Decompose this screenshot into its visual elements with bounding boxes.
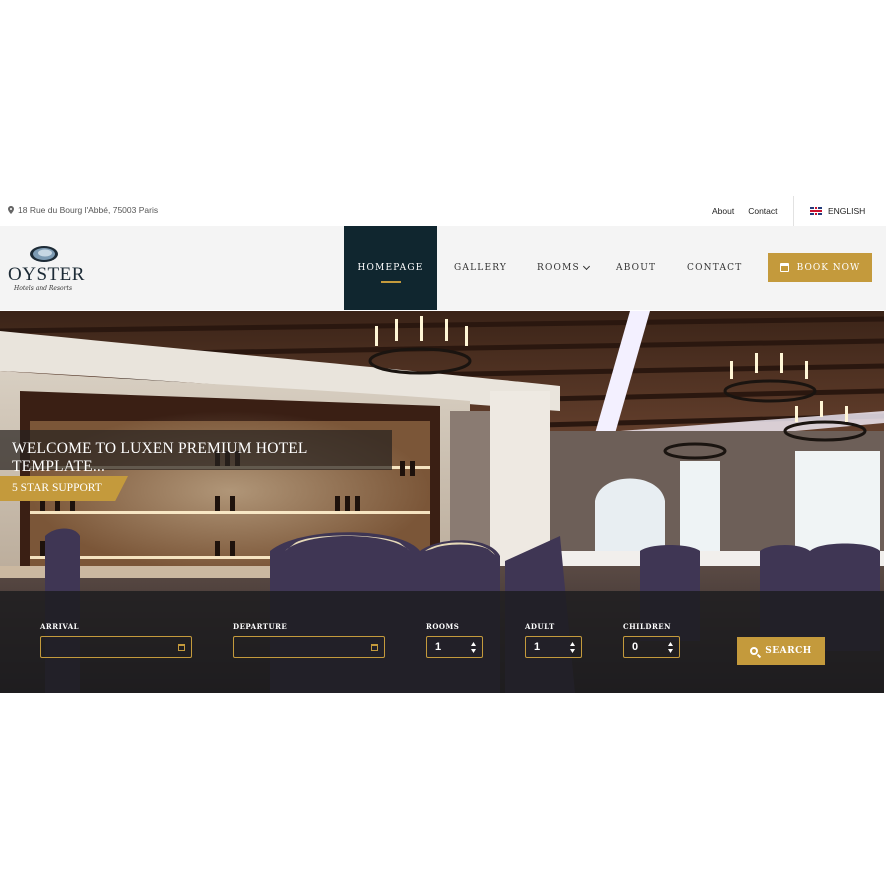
language-selector[interactable]: ENGLISH (793, 196, 883, 226)
adult-value: 1 (534, 641, 541, 653)
chevron-down-icon (582, 262, 590, 270)
page: 18 Rue du Bourg l'Abbé, 75003 Paris Abou… (0, 0, 886, 886)
language-label: ENGLISH (828, 206, 866, 216)
adult-select[interactable]: 1 (525, 636, 582, 658)
support-badge: 5 STAR SUPPORT (0, 476, 128, 501)
rooms-value: 1 (435, 641, 442, 653)
rooms-select[interactable]: 1 (426, 636, 483, 658)
nav-contact[interactable]: CONTACT (687, 226, 742, 310)
book-now-button[interactable]: BOOK NOW (768, 253, 872, 282)
search-icon (750, 647, 759, 655)
nav-rooms-label: ROOMS (537, 263, 580, 273)
adult-label: ADULT (525, 622, 555, 631)
logo[interactable]: OYSTER Hotels and Resorts (8, 244, 84, 298)
nav-about-label: ABOUT (616, 263, 657, 273)
address: 18 Rue du Bourg l'Abbé, 75003 Paris (8, 205, 158, 215)
children-select[interactable]: 0 (623, 636, 680, 658)
logo-tagline: Hotels and Resorts (14, 285, 73, 292)
nav-rooms[interactable]: ROOMS (537, 226, 590, 310)
spinner-arrows-icon (668, 642, 673, 653)
nav-about[interactable]: ABOUT (616, 226, 656, 310)
address-text: 18 Rue du Bourg l'Abbé, 75003 Paris (18, 205, 159, 215)
departure-input[interactable] (233, 636, 385, 658)
main-navbar: OYSTER Hotels and Resorts HOMEPAGE GALLE… (0, 226, 886, 310)
search-button[interactable]: SEARCH (737, 637, 825, 665)
departure-label: DEPARTURE (233, 622, 288, 631)
oyster-shell-icon (30, 246, 58, 262)
nav-homepage-label: HOMEPAGE (357, 263, 424, 273)
top-bar: 18 Rue du Bourg l'Abbé, 75003 Paris Abou… (0, 196, 886, 226)
calendar-icon (779, 263, 789, 272)
arrival-input[interactable] (40, 636, 192, 658)
nav-gallery-label: GALLERY (454, 263, 508, 273)
rooms-label: ROOMS (426, 622, 460, 631)
children-value: 0 (632, 641, 639, 653)
nav-gallery[interactable]: GALLERY (454, 226, 507, 310)
top-links: About Contact (712, 206, 778, 216)
nav-homepage[interactable]: HOMEPAGE (344, 226, 437, 310)
calendar-icon (178, 644, 185, 651)
arrival-label: ARRIVAL (40, 622, 80, 631)
spinner-arrows-icon (570, 642, 575, 653)
nav-contact-label: CONTACT (687, 263, 743, 273)
spinner-arrows-icon (471, 642, 476, 653)
book-now-label: BOOK NOW (796, 262, 861, 273)
search-label: SEARCH (765, 646, 812, 656)
children-label: CHILDREN (623, 622, 672, 631)
hero-banner: WELCOME TO LUXEN PREMIUM HOTEL TEMPLATE.… (0, 311, 884, 693)
booking-form: ARRIVAL DEPARTURE ROOMS 1 ADULT 1 CHILDR… (0, 591, 884, 693)
top-link-contact[interactable]: Contact (748, 206, 777, 216)
map-pin-icon (8, 206, 14, 214)
uk-flag-icon (810, 207, 822, 215)
calendar-icon (371, 644, 378, 651)
welcome-heading: WELCOME TO LUXEN PREMIUM HOTEL TEMPLATE.… (0, 430, 392, 475)
top-link-about[interactable]: About (712, 206, 734, 216)
logo-name: OYSTER (8, 264, 85, 285)
